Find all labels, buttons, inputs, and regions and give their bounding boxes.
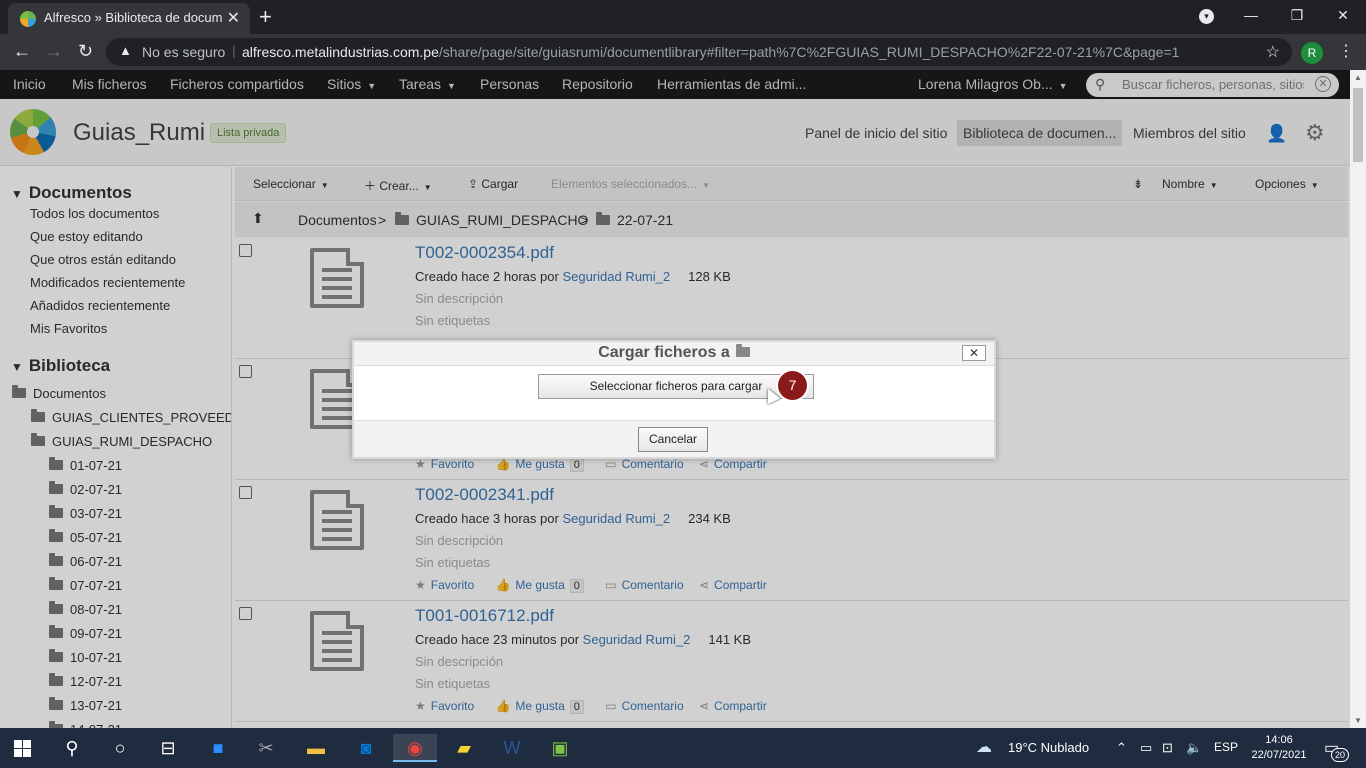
dialog-close-button[interactable]: ✕ xyxy=(962,345,986,361)
browser-menu-icon[interactable]: ⋮ xyxy=(1338,41,1354,61)
warning-icon[interactable]: ▲ xyxy=(119,43,132,58)
clock-date: 22/07/2021 xyxy=(1251,749,1307,761)
folder-icon xyxy=(735,344,750,357)
scroll-thumb[interactable] xyxy=(1353,88,1363,162)
reload-icon[interactable]: ↻ xyxy=(78,41,93,62)
notification-count: 20 xyxy=(1331,748,1349,762)
windows-taskbar: ⚲ ○ ⊟ ■ ✂ ▬ ◙ ◉ ▰ W ▣ ☁ 19°C Nublado ⌃ ▭… xyxy=(0,728,1366,768)
restore-icon[interactable]: ❐ xyxy=(1274,0,1320,34)
back-icon[interactable]: ← xyxy=(13,41,31,62)
bookmark-star-icon[interactable]: ☆ xyxy=(1266,42,1280,62)
cancel-button[interactable]: Cancelar xyxy=(638,427,708,452)
browser-toolbar: ← → ↻ ▲ No es seguro | alfresco.metalind… xyxy=(0,34,1366,70)
url-host: alfresco.metalindustrias.com.pe xyxy=(242,44,439,60)
new-tab-button[interactable]: + xyxy=(259,4,272,30)
forward-icon[interactable]: → xyxy=(45,41,63,62)
dialog-header: Cargar ficheros a xyxy=(354,342,994,366)
weather-icon[interactable]: ☁ xyxy=(976,737,992,757)
tab-title: Alfresco » Biblioteca de documentos xyxy=(44,10,222,25)
alfresco-favicon-icon xyxy=(20,11,36,27)
browser-tab-bar: Alfresco » Biblioteca de documentos ✕ + … xyxy=(0,0,1366,34)
battery-icon[interactable]: ▭ xyxy=(1140,740,1152,756)
weather-text[interactable]: 19°C Nublado xyxy=(1008,740,1089,755)
language-indicator[interactable]: ESP xyxy=(1214,740,1238,754)
system-tray: ☁ 19°C Nublado ⌃ ▭ ⊡ 🔈 ESP 14:06 22/07/2… xyxy=(0,728,1366,768)
security-label[interactable]: No es seguro xyxy=(142,44,225,60)
browser-tab[interactable]: Alfresco » Biblioteca de documentos ✕ xyxy=(8,3,250,34)
divider: | xyxy=(232,42,236,58)
step-number-badge: 7 xyxy=(778,371,807,400)
clock-time: 14:06 xyxy=(1265,734,1293,746)
tab-close-icon[interactable]: ✕ xyxy=(227,8,240,28)
window-controls: — ❐ ✕ xyxy=(1228,0,1366,34)
url-text[interactable]: alfresco.metalindustrias.com.pe/share/pa… xyxy=(242,44,1179,60)
address-bar[interactable]: ▲ No es seguro | alfresco.metalindustria… xyxy=(106,38,1292,66)
show-hidden-icons-icon[interactable]: ⌃ xyxy=(1116,740,1127,756)
dialog-title: Cargar ficheros a xyxy=(598,344,730,361)
clock[interactable]: 14:06 22/07/2021 xyxy=(1249,733,1309,763)
window-close-icon[interactable]: ✕ xyxy=(1320,0,1366,34)
volume-muted-icon[interactable]: 🔈 xyxy=(1186,740,1202,756)
tab-search-icon[interactable]: ▾ xyxy=(1199,9,1214,24)
url-path: /share/page/site/guiasrumi/documentlibra… xyxy=(438,44,1180,60)
page-scrollbar[interactable]: ▲ ▼ xyxy=(1350,70,1366,728)
upload-dialog: Cargar ficheros a ✕ Seleccionar ficheros… xyxy=(352,340,996,459)
dialog-footer: Cancelar xyxy=(354,420,994,457)
minimize-icon[interactable]: — xyxy=(1228,0,1274,34)
scroll-up-icon[interactable]: ▲ xyxy=(1354,73,1362,82)
scroll-down-icon[interactable]: ▼ xyxy=(1354,716,1362,725)
profile-avatar[interactable]: R xyxy=(1301,42,1323,64)
network-icon[interactable]: ⊡ xyxy=(1162,740,1173,756)
